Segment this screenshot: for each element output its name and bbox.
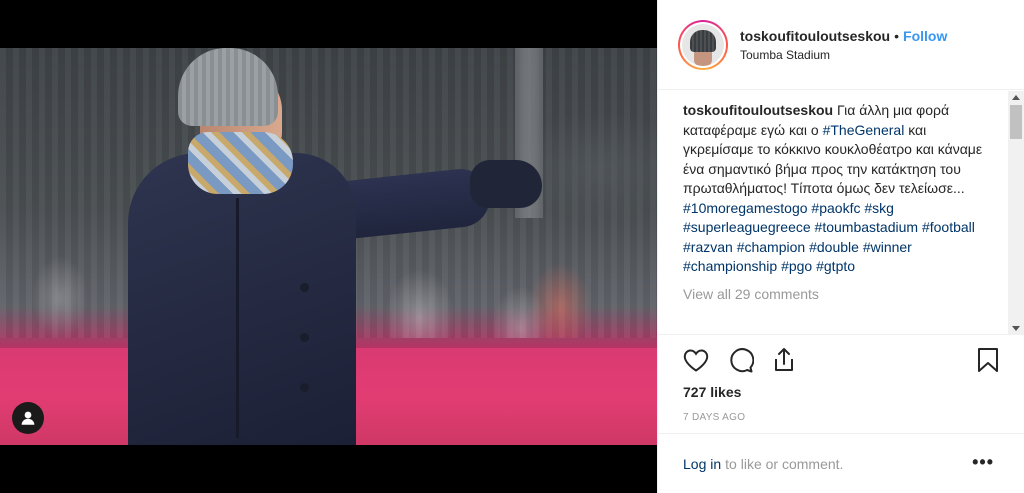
username-link[interactable]: toskoufitouloutseskou <box>740 28 890 44</box>
comments-scrollbar[interactable] <box>1008 91 1024 335</box>
post-media[interactable] <box>0 0 657 493</box>
photo-coat-button <box>300 283 309 292</box>
hashtag-link[interactable]: #championship <box>683 258 777 274</box>
caption-username[interactable]: toskoufitouloutseskou <box>683 102 833 118</box>
comment-icon <box>730 348 754 373</box>
avatar-hat <box>690 29 716 52</box>
avatar-image <box>682 23 724 66</box>
hashtag-link[interactable]: #toumbastadium <box>815 219 919 235</box>
scroll-up-arrow-icon[interactable] <box>1012 95 1020 100</box>
hashtag-link[interactable]: #10moregamestogo <box>683 200 808 216</box>
header-text: toskoufitouloutseskou • Follow Toumba St… <box>740 28 947 62</box>
tagged-user-icon[interactable] <box>12 402 44 434</box>
follow-button[interactable]: Follow <box>903 28 947 44</box>
person-icon <box>21 411 35 425</box>
header-line: toskoufitouloutseskou • Follow <box>740 28 947 44</box>
photo-subject <box>0 48 657 445</box>
like-button[interactable] <box>682 346 710 374</box>
story-ring[interactable] <box>678 19 728 70</box>
photo-glove <box>470 160 542 208</box>
more-options-icon[interactable]: ••• <box>972 452 994 473</box>
action-bar <box>658 336 1024 384</box>
share-button[interactable] <box>770 346 798 374</box>
view-all-comments-link[interactable]: View all 29 comments <box>683 286 1010 302</box>
post-side-panel: toskoufitouloutseskou • Follow Toumba St… <box>657 0 1024 493</box>
hashtag-link[interactable]: #champion <box>737 239 806 255</box>
hashtag-link[interactable]: #razvan <box>683 239 733 255</box>
save-button[interactable] <box>974 346 1002 374</box>
photo-coat-button <box>300 333 309 342</box>
hashtag-link[interactable]: #superleaguegreece <box>683 219 811 235</box>
scroll-down-arrow-icon[interactable] <box>1012 326 1020 331</box>
photo-hat <box>178 48 278 126</box>
photo-coat-button <box>300 383 309 392</box>
heart-icon <box>683 349 709 372</box>
photo-scarf <box>188 132 293 194</box>
login-link[interactable]: Log in <box>683 456 721 472</box>
post-header: toskoufitouloutseskou • Follow Toumba St… <box>658 0 1024 90</box>
bookmark-icon <box>978 348 998 372</box>
hashtag-link[interactable]: #paokfc <box>811 200 860 216</box>
hashtag-link[interactable]: #gtpto <box>816 258 855 274</box>
location-link[interactable]: Toumba Stadium <box>740 48 947 62</box>
hashtag-link[interactable]: #football <box>922 219 975 235</box>
likes-count[interactable]: 727 likes <box>683 384 741 400</box>
separator-dot: • <box>894 27 900 44</box>
hashtag-link[interactable]: #double <box>809 239 859 255</box>
hashtag-link[interactable]: #winner <box>863 239 912 255</box>
avatar[interactable] <box>680 21 726 68</box>
hashtag-link[interactable]: #skg <box>864 200 894 216</box>
login-prompt-text: to like or comment. <box>725 455 844 472</box>
scrollbar-thumb[interactable] <box>1010 105 1022 139</box>
photo-coat <box>128 153 356 445</box>
post-timestamp[interactable]: 7 DAYS AGO <box>683 412 745 423</box>
caption: toskoufitouloutseskou Για άλλη μια φορά … <box>683 101 983 277</box>
comments-area[interactable]: toskoufitouloutseskou Για άλλη μια φορά … <box>658 91 1010 335</box>
hashtag-link[interactable]: #pgo <box>781 258 812 274</box>
share-icon <box>775 348 793 371</box>
photo-coat-lapel <box>236 198 239 438</box>
login-bar: Log in to like or comment. ••• <box>658 433 1024 493</box>
post-photo[interactable] <box>0 48 657 445</box>
comment-button[interactable] <box>726 346 754 374</box>
caption-mention[interactable]: #TheGeneral <box>823 122 905 138</box>
